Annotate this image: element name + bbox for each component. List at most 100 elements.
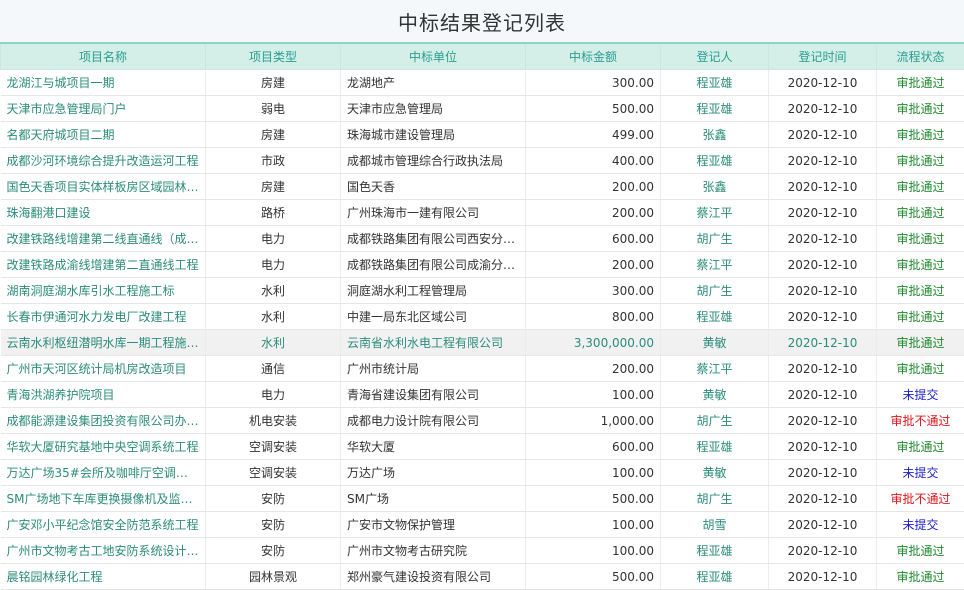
table-row[interactable]: 成都沙河环境综合提升改造运河工程 市政 成都城市管理综合行政执法局 400.00 程亚雄…: [0, 147, 964, 174]
project-name-link[interactable]: 珠海翻港口建设: [0, 199, 206, 226]
register-time-cell: 2020-12-10: [768, 407, 877, 434]
project-type-cell: 路桥: [205, 199, 341, 226]
project-name-link[interactable]: 成都能源建设集团投资有限公司办公楼: [0, 407, 206, 434]
registrant-cell: 胡广生: [660, 277, 769, 304]
amount-cell: 500.00: [525, 563, 661, 590]
project-type-cell: 水利: [205, 277, 341, 304]
amount-cell: 600.00: [525, 433, 661, 460]
project-name-link[interactable]: 广州市天河区统计局机房改造项目: [0, 355, 206, 382]
project-name-link[interactable]: 国色天香项目实体样板房区域园林景观: [0, 173, 206, 200]
table-row[interactable]: 改建铁路线增建第二线直通线（成都至西安）电力成都铁路集团有限公司西安分公司600…: [0, 225, 964, 252]
project-name-link[interactable]: 成都沙河环境综合提升改造运河工程: [0, 147, 206, 174]
amount-cell: 600.00: [525, 225, 661, 252]
register-time-cell: 2020-12-10: [768, 511, 877, 538]
status-cell: 审批通过: [876, 303, 964, 330]
amount-cell: 400.00: [525, 147, 661, 174]
project-name-link[interactable]: 万达广场35#会所及咖啡厅空调工程: [0, 459, 206, 486]
winning-unit-cell: 中建一局东北区域公司: [340, 303, 526, 330]
register-time-cell: 2020-12-10: [768, 459, 877, 486]
winning-unit-cell: 成都城市管理综合行政执法局: [340, 147, 526, 174]
winning-unit-cell: 广州市统计局: [340, 355, 526, 382]
status-cell: 审批不通过: [876, 485, 964, 512]
register-time-cell: 2020-12-10: [768, 381, 877, 408]
amount-cell: 200.00: [525, 251, 661, 278]
amount-cell: 200.00: [525, 199, 661, 226]
table-row[interactable]: 改建铁路成渝线增建第二直通线工程 电力 成都铁路集团有限公司成渝分公司 200.00 蔡…: [0, 251, 964, 278]
result-table: 项目名称 项目类型 中标单位 中标金额 登记人 登记时间 流程状态 龙湖江与城项…: [0, 42, 964, 590]
status-cell: 未提交: [876, 459, 964, 486]
registrant-cell: 张鑫: [660, 121, 769, 148]
table-row[interactable]: 广州市天河区统计局机房改造项目 通信 广州市统计局 200.00 蔡江平 2020-12-…: [0, 355, 964, 382]
registrant-cell: 黄敏: [660, 381, 769, 408]
project-name-link[interactable]: 青海洪湖养护院项目: [0, 381, 206, 408]
project-name-link[interactable]: 晨铭园林绿化工程: [0, 563, 206, 590]
table-row[interactable]: 珠海翻港口建设 路桥 广州珠海市一建有限公司 200.00 蔡江平 2020-12-10 审…: [0, 199, 964, 226]
amount-cell: 100.00: [525, 511, 661, 538]
col-header-amount[interactable]: 中标金额: [525, 42, 661, 70]
project-name-link[interactable]: 天津市应急管理局门户: [0, 95, 206, 122]
winning-unit-cell: 青海省建设集团有限公司: [340, 381, 526, 408]
project-type-cell: 电力: [205, 381, 341, 408]
project-name-link[interactable]: 云南水利枢纽潜明水库一期工程施工标: [0, 329, 206, 356]
registrant-cell: 胡广生: [660, 485, 769, 512]
col-header-flow-status[interactable]: 流程状态: [876, 42, 964, 70]
register-time-cell: 2020-12-10: [768, 199, 877, 226]
registrant-cell: 黄敏: [660, 459, 769, 486]
registrant-cell: 蔡江平: [660, 355, 769, 382]
table-row[interactable]: 名都天府城项目二期 房建 珠海城市建设管理局 499.00 张鑫 2020-12-10 审批…: [0, 121, 964, 148]
table-row[interactable]: 湖南洞庭湖水库引水工程施工标 水利 洞庭湖水利工程管理局 300.00 胡广生 2020-…: [0, 277, 964, 304]
winning-unit-cell: 龙湖地产: [340, 69, 526, 96]
table-row[interactable]: SM广场地下车库更换摄像机及监控系统 安防 SM广场 500.00 胡广生 2020-12…: [0, 485, 964, 512]
status-cell: 审批通过: [876, 355, 964, 382]
table-body: 龙湖江与城项目一期 房建 龙湖地产 300.00 程亚雄 2020-12-10 审批通过 天津…: [0, 69, 964, 590]
status-cell: 审批通过: [876, 433, 964, 460]
table-row[interactable]: 华软大厦研究基地中央空调系统工程 空调安装 华软大厦 600.00 程亚雄 2020-12…: [0, 433, 964, 460]
registrant-cell: 胡广生: [660, 407, 769, 434]
status-cell: 审批通过: [876, 173, 964, 200]
project-name-link[interactable]: 名都天府城项目二期: [0, 121, 206, 148]
winning-unit-cell: 万达广场: [340, 459, 526, 486]
project-name-link[interactable]: 改建铁路线增建第二线直通线（成都至西安）: [0, 225, 206, 252]
table-row[interactable]: 天津市应急管理局门户 弱电 天津市应急管理局 500.00 程亚雄 2020-12-10 审…: [0, 95, 964, 122]
status-cell: 审批通过: [876, 277, 964, 304]
project-name-link[interactable]: 改建铁路成渝线增建第二直通线工程: [0, 251, 206, 278]
project-type-cell: 房建: [205, 69, 341, 96]
registrant-cell: 胡雪: [660, 511, 769, 538]
project-name-link[interactable]: 广州市文物考古工地安防系统设计项目: [0, 537, 206, 564]
register-time-cell: 2020-12-10: [768, 355, 877, 382]
project-name-link[interactable]: 湖南洞庭湖水库引水工程施工标: [0, 277, 206, 304]
col-header-project-name[interactable]: 项目名称: [0, 42, 206, 70]
col-header-registrant[interactable]: 登记人: [660, 42, 769, 70]
table-row[interactable]: 成都能源建设集团投资有限公司办公楼 机电安装 成都电力设计院有限公司 1,000.00…: [0, 407, 964, 434]
registrant-cell: 胡广生: [660, 225, 769, 252]
col-header-winning-unit[interactable]: 中标单位: [340, 42, 526, 70]
register-time-cell: 2020-12-10: [768, 251, 877, 278]
col-header-register-time[interactable]: 登记时间: [768, 42, 877, 70]
table-row[interactable]: 龙湖江与城项目一期 房建 龙湖地产 300.00 程亚雄 2020-12-10 审批通过: [0, 69, 964, 96]
project-name-link[interactable]: SM广场地下车库更换摄像机及监控系统: [0, 485, 206, 512]
col-header-project-type[interactable]: 项目类型: [205, 42, 341, 70]
winning-unit-cell: 成都铁路集团有限公司西安分公司: [340, 225, 526, 252]
project-name-link[interactable]: 长春市伊通河水力发电厂改建工程: [0, 303, 206, 330]
table-row[interactable]: 广安邓小平纪念馆安全防范系统工程 安防 广安市文物保护管理 100.00 胡雪 2020-…: [0, 511, 964, 538]
amount-cell: 200.00: [525, 355, 661, 382]
project-type-cell: 安防: [205, 485, 341, 512]
register-time-cell: 2020-12-10: [768, 95, 877, 122]
table-row[interactable]: 万达广场35#会所及咖啡厅空调工程 空调安装 万达广场 100.00 黄敏 2020-12…: [0, 459, 964, 486]
table-row[interactable]: 云南水利枢纽潜明水库一期工程施工标 水利 云南省水利水电工程有限公司 3,300,00…: [0, 329, 964, 356]
table-row[interactable]: 广州市文物考古工地安防系统设计项目 安防 广州市文物考古研究院 100.00 程亚雄 20…: [0, 537, 964, 564]
project-name-link[interactable]: 广安邓小平纪念馆安全防范系统工程: [0, 511, 206, 538]
registrant-cell: 蔡江平: [660, 251, 769, 278]
registrant-cell: 张鑫: [660, 173, 769, 200]
status-cell: 审批通过: [876, 95, 964, 122]
amount-cell: 300.00: [525, 277, 661, 304]
project-name-link[interactable]: 龙湖江与城项目一期: [0, 69, 206, 96]
table-row[interactable]: 国色天香项目实体样板房区域园林景观 房建 国色天香 200.00 张鑫 2020-12-1…: [0, 173, 964, 200]
registrant-cell: 程亚雄: [660, 95, 769, 122]
table-row[interactable]: 晨铭园林绿化工程 园林景观 郑州豪气建设投资有限公司 500.00 程亚雄 2020-12…: [0, 563, 964, 590]
table-row[interactable]: 长春市伊通河水力发电厂改建工程 水利 中建一局东北区域公司 800.00 程亚雄 2020…: [0, 303, 964, 330]
project-name-link[interactable]: 华软大厦研究基地中央空调系统工程: [0, 433, 206, 460]
table-row[interactable]: 青海洪湖养护院项目 电力 青海省建设集团有限公司 100.00 黄敏 2020-12-10…: [0, 381, 964, 408]
project-type-cell: 水利: [205, 303, 341, 330]
winning-unit-cell: 国色天香: [340, 173, 526, 200]
